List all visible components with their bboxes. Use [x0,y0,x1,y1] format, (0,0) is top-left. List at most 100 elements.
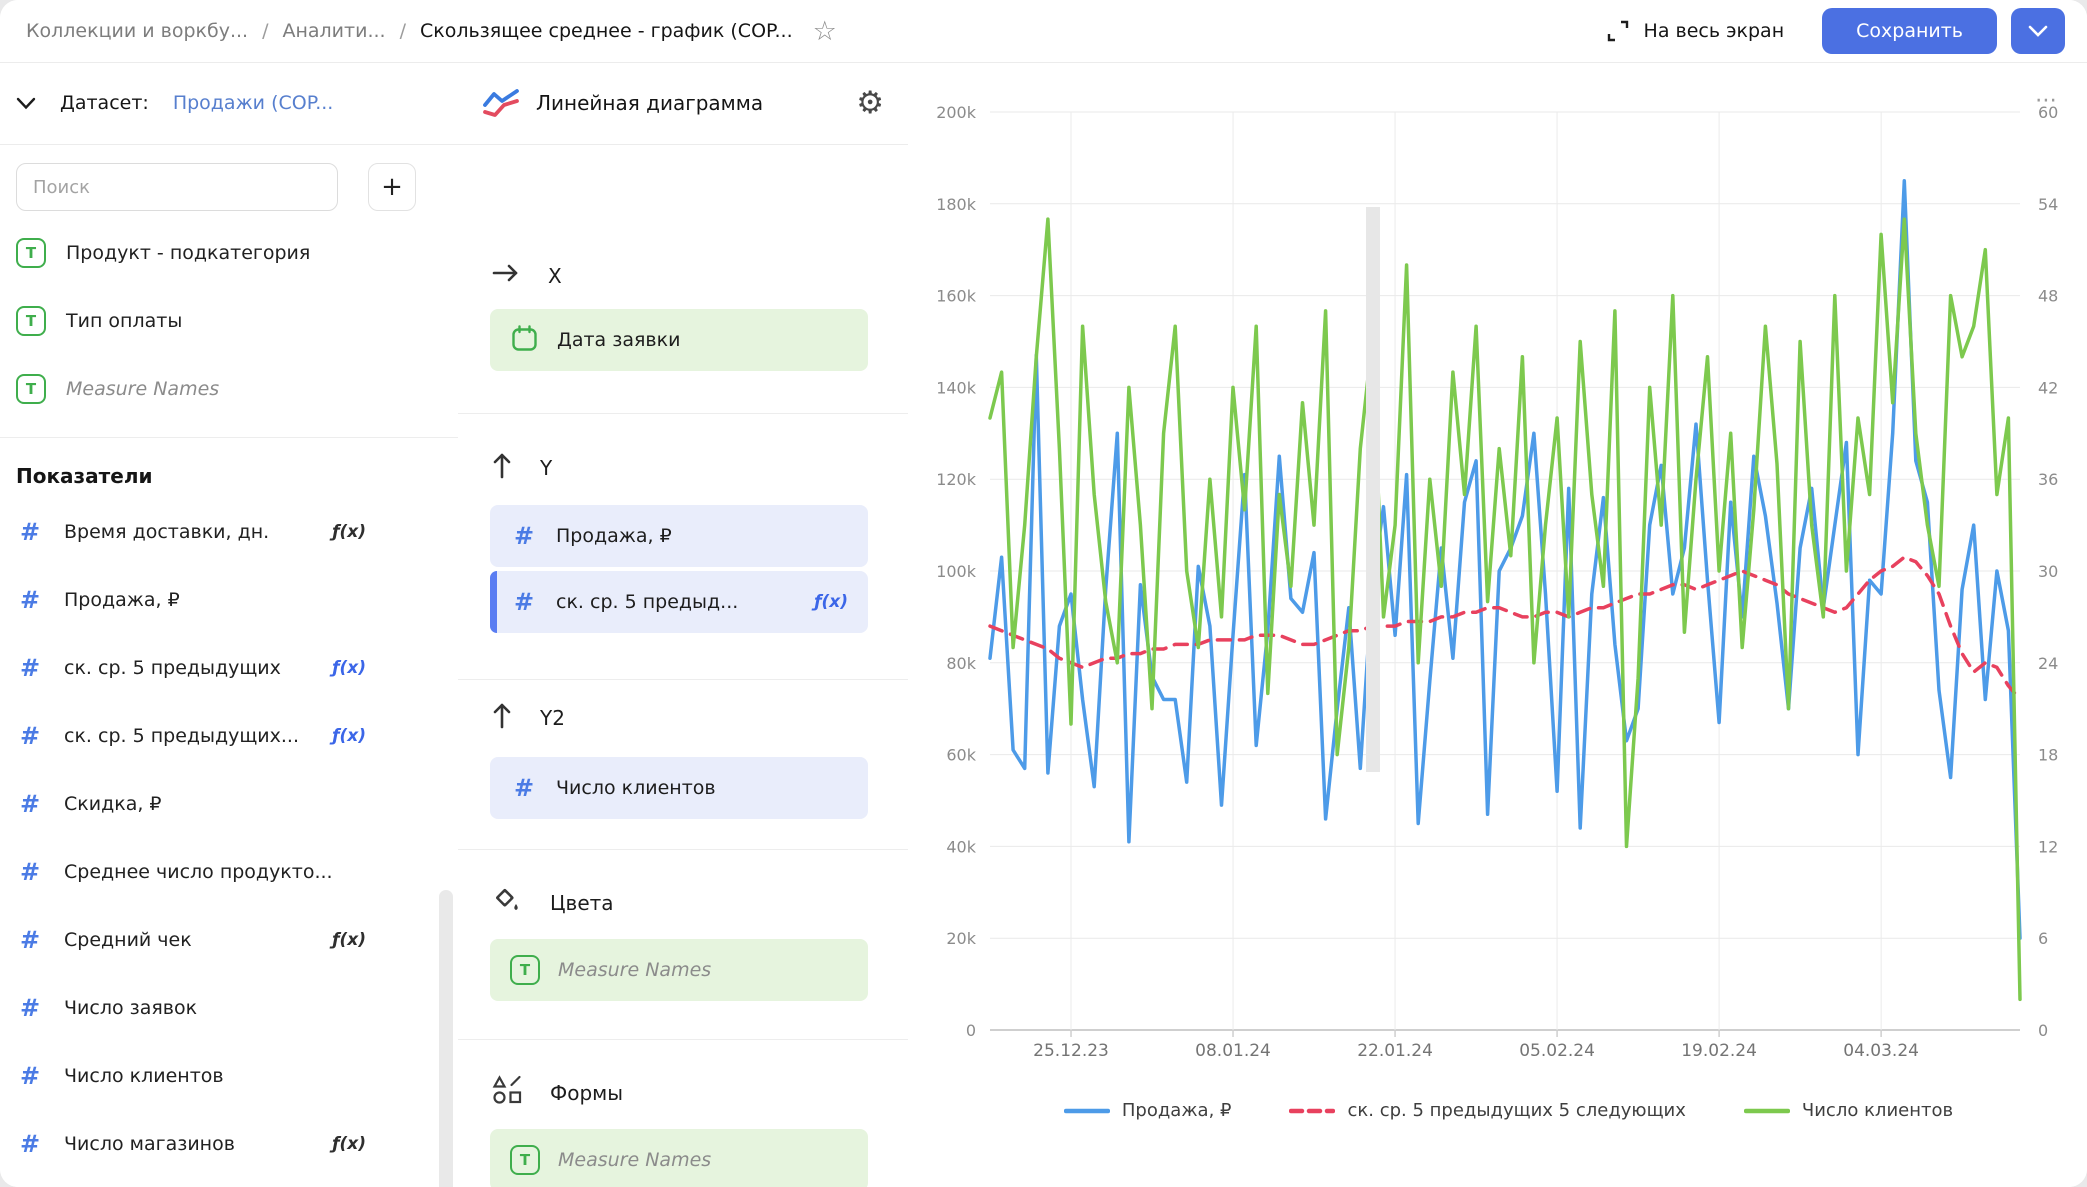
header-actions: На весь экран Сохранить [1606,8,2065,54]
section-divider [458,413,908,414]
field-label: Число клиентов [64,1065,224,1087]
sidebar-measure-item[interactable]: #Число заявок [0,974,458,1042]
fields-sidebar: Датасет: Продажи (COP... + T Продукт - по… [0,62,459,1187]
chevron-down-icon[interactable] [16,97,36,110]
legend-item[interactable]: ск. ср. 5 предыдущих 5 следующих [1289,1100,1685,1121]
field-label: Число заявок [64,997,197,1019]
dataset-link[interactable]: Продажи (COP... [173,92,334,114]
y-left-tick-label: 200k [936,103,977,122]
number-field-icon: # [16,722,44,750]
chart-menu-icon[interactable]: ⋯ [2035,88,2059,113]
text-field-icon: T [510,1145,540,1175]
panel-scrollbar[interactable] [1366,207,1380,772]
sidebar-scrollbar[interactable] [439,890,453,1187]
line-chart[interactable]: 0020k640k1260k1880k24100k30120k36140k421… [930,0,2087,1187]
search-input[interactable] [16,163,338,211]
field-label: Measure Names [558,959,711,981]
breadcrumb: Коллекции и воркбу... / Аналити... / Ско… [26,18,837,45]
legend-item[interactable]: Продажа, ₽ [1064,1100,1232,1121]
y-left-tick-label: 120k [936,470,977,489]
legend-label: Число клиентов [1802,1100,1953,1121]
y-right-tick-label: 18 [2038,746,2058,765]
sidebar-dimension-item[interactable]: TMeasure Names [0,355,458,423]
shelf-field-shapes[interactable]: T Measure Names [490,1129,868,1187]
shelf-field-y[interactable]: #ск. ср. 5 предыд...ƒ(x) [490,571,868,633]
sidebar-measure-item[interactable]: #Число клиентов [0,1042,458,1110]
sidebar-measure-item[interactable]: # ск. ср. 5 предыдущих ƒ(x) [0,634,458,702]
shelf-header-y2: Y2 [492,701,565,734]
field-label: Продукт - подкатегория [66,242,310,264]
field-label: ск. ср. 5 предыдущих [64,657,281,679]
breadcrumb-analytics[interactable]: Аналити... [282,20,385,42]
save-dropdown-button[interactable] [2011,8,2065,54]
calendar-icon [510,324,539,357]
arrow-up-icon [492,701,512,734]
arrow-up-icon [492,451,512,484]
x-tick-label: 25.12.23 [1033,1041,1109,1061]
field-label: Число клиентов [556,777,716,799]
shelf-field-colors[interactable]: TMeasure Names [490,939,868,1001]
x-tick-label: 05.02.24 [1519,1041,1595,1061]
shelf-field-y2[interactable]: #Число клиентов [490,757,868,819]
search-row: + [16,163,442,211]
legend-swatch [1744,1106,1790,1116]
save-button[interactable]: Сохранить [1822,8,1997,54]
x-tick-label: 08.01.24 [1195,1041,1271,1061]
sidebar-measure-item[interactable]: #Продажа, ₽ [0,566,458,634]
sidebar-measure-item[interactable]: #Число магазиновƒ(x) [0,1110,458,1178]
y-left-tick-label: 0 [966,1021,976,1040]
chart-type-title[interactable]: Линейная диаграмма [536,91,840,115]
y-right-tick-label: 30 [2038,562,2058,581]
gear-icon[interactable]: ⚙ [856,88,884,119]
shelf-header-y: Y [492,451,552,484]
sidebar-dimension-item[interactable]: TТип оплаты [0,287,458,355]
shelves-container: X Дата заявки Y #Продажа, ₽#ск. ср. 5 преды… [458,145,908,1187]
legend-label: ск. ср. 5 предыдущих 5 следующих [1347,1100,1685,1121]
number-field-icon: # [16,518,44,546]
y-left-tick-label: 40k [946,837,976,856]
sidebar-measure-item[interactable]: #Скидка, ₽ [0,770,458,838]
y-left-tick-label: 160k [936,287,977,306]
shelf-field-y[interactable]: #Продажа, ₽ [490,505,868,567]
number-field-icon: # [16,654,44,682]
y-right-tick-label: 54 [2038,195,2058,214]
breadcrumb-collections[interactable]: Коллекции и воркбу... [26,20,248,42]
dataset-row: Датасет: Продажи (COP... [0,62,458,145]
legend-item[interactable]: Число клиентов [1744,1100,1953,1121]
y-right-tick-label: 0 [2038,1021,2048,1040]
x-tick-label: 19.02.24 [1681,1041,1757,1061]
formula-fx-icon: ƒ(x) [332,522,366,542]
chevron-down-icon [2028,25,2048,37]
sidebar-measure-item[interactable]: # Время доставки, дн. ƒ(x) [0,498,458,566]
field-label: Время доставки, дн. [64,521,269,543]
shelf-header-x: X [492,263,562,288]
fullscreen-button[interactable]: На весь экран [1606,19,1785,43]
dimensions-list: TПродукт - подкатегорияTТип оплатыTMeasu… [0,219,458,423]
text-field-icon: T [16,374,46,404]
legend-swatch [1289,1106,1335,1116]
shelf-header-colors: Цвета [492,885,614,920]
y-left-tick-label: 180k [936,195,977,214]
sidebar-measure-item[interactable]: #Среднее число продукто... [0,838,458,906]
section-divider [458,1039,908,1040]
text-field-icon: T [16,238,46,268]
formula-fx-icon: ƒ(x) [332,930,366,950]
sidebar-measure-item[interactable]: #Средний чекƒ(x) [0,906,458,974]
field-label: Тип оплаты [66,310,182,332]
field-label: Measure Names [558,1149,711,1171]
sidebar-measure-item[interactable]: #ск. ср. 5 предыдущих...ƒ(x) [0,702,458,770]
favorite-star-icon[interactable]: ☆ [813,18,837,45]
number-field-icon: # [16,926,44,954]
legend-label: Продажа, ₽ [1122,1100,1232,1121]
sidebar-dimension-item[interactable]: T Продукт - подкатегория [0,219,458,287]
fullscreen-label: На весь экран [1644,20,1785,42]
formula-fx-icon: ƒ(x) [332,726,366,746]
shelf-field-x[interactable]: Дата заявки [490,309,868,371]
number-field-icon: # [510,588,538,616]
number-field-icon: # [16,1130,44,1158]
formula-fx-icon: ƒ(x) [332,658,366,678]
app-window: Коллекции и воркбу... / Аналити... / Ско… [0,0,2087,1187]
number-field-icon: # [16,858,44,886]
y-left-tick-label: 100k [936,562,977,581]
add-field-button[interactable]: + [368,163,416,211]
